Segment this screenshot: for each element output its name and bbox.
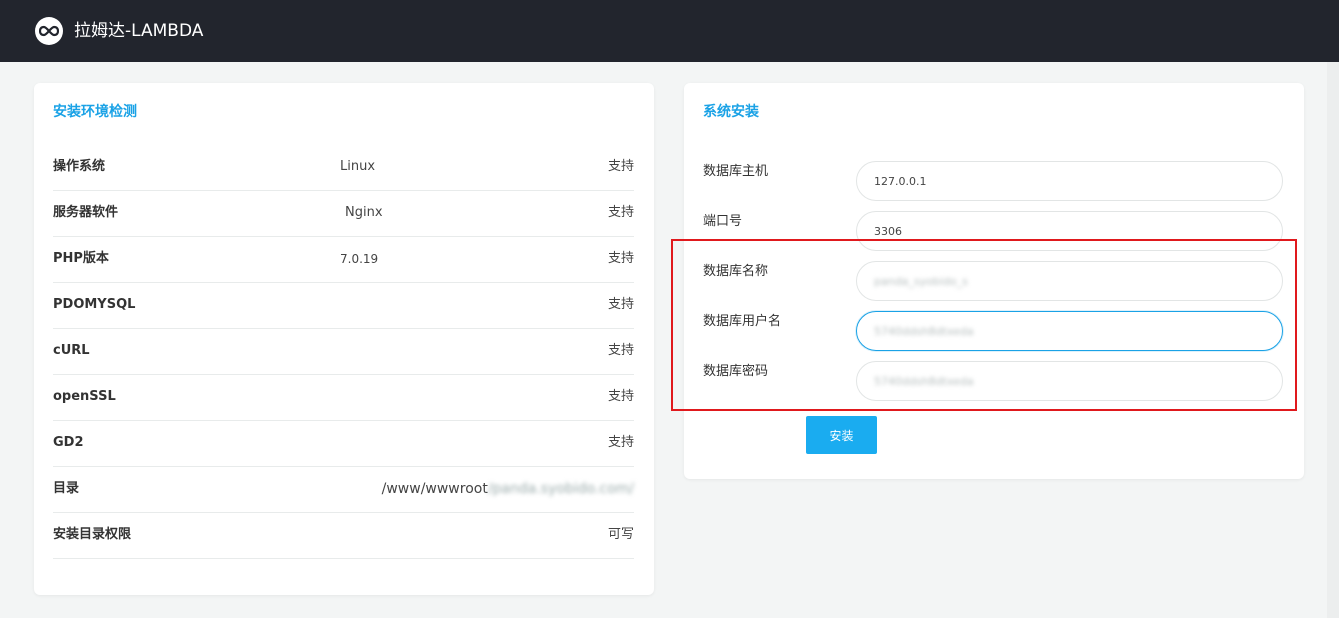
row-status: 支持 [607, 435, 634, 450]
row-name: 目录 [53, 481, 80, 496]
row-name: PDOMYSQL [53, 297, 136, 312]
install-title: 系统安装 [703, 104, 759, 120]
row-name: 安装目录权限 [53, 527, 132, 542]
db-name-input[interactable] [856, 261, 1283, 301]
db-name-label: 数据库名称 [703, 264, 769, 279]
row-status: 支持 [607, 343, 634, 358]
row-status: 支持 [607, 251, 634, 266]
row-value: 7.0.19 [340, 252, 379, 266]
table-row: cURL 支持 [53, 329, 634, 375]
app-title: 拉姆达-LAMBDA [74, 21, 204, 41]
db-password-label: 数据库密码 [703, 364, 769, 379]
table-row: 服务器软件 Nginx 支持 [53, 191, 634, 237]
install-panel: 系统安装 数据库主机 端口号 数据库名称 panda_syobido_s 数据库… [684, 83, 1304, 479]
table-row: 目录 /www/wwwroot/panda.syobido.com/ [53, 467, 634, 513]
row-value: Linux [340, 159, 376, 174]
row-name: 操作系统 [53, 159, 106, 174]
db-password-input[interactable] [856, 361, 1283, 401]
table-row: PHP版本 7.0.19 支持 [53, 237, 634, 283]
row-name: cURL [53, 343, 90, 358]
directory-path-visible: /www/wwwroot [381, 481, 488, 497]
table-row: openSSL 支持 [53, 375, 634, 421]
row-status: 可写 [607, 527, 634, 542]
row-name: GD2 [53, 435, 84, 450]
table-row: 操作系统 Linux 支持 [53, 145, 634, 191]
db-port-input[interactable] [856, 211, 1283, 251]
env-check-panel: 安装环境检测 操作系统 Linux 支持 服务器软件 Nginx 支持 PHP版… [34, 83, 654, 595]
top-navbar: 拉姆达-LAMBDA [0, 0, 1339, 62]
directory-path-blurred: /panda.syobido.com/ [487, 481, 634, 497]
directory-path: /www/wwwroot/panda.syobido.com/ [382, 480, 634, 498]
table-row: PDOMYSQL 支持 [53, 283, 634, 329]
install-button[interactable]: 安装 [806, 416, 877, 454]
row-name: openSSL [53, 389, 116, 404]
row-status: 支持 [607, 297, 634, 312]
scrollbar-track[interactable] [1327, 62, 1339, 618]
row-value: Nginx [345, 205, 383, 220]
row-status: 支持 [607, 389, 634, 404]
row-status: 支持 [607, 159, 634, 174]
env-check-title: 安装环境检测 [53, 104, 137, 120]
infinity-logo-icon [35, 17, 63, 45]
db-host-input[interactable] [856, 161, 1283, 201]
db-host-label: 数据库主机 [703, 164, 769, 179]
db-user-label: 数据库用户名 [703, 314, 782, 329]
db-user-input[interactable] [856, 311, 1283, 351]
db-port-label: 端口号 [703, 214, 743, 229]
table-row: GD2 支持 [53, 421, 634, 467]
row-status: 支持 [607, 205, 634, 220]
table-row: 安装目录权限 可写 [53, 513, 634, 559]
row-name: 服务器软件 [53, 205, 119, 220]
row-name: PHP版本 [53, 251, 109, 266]
